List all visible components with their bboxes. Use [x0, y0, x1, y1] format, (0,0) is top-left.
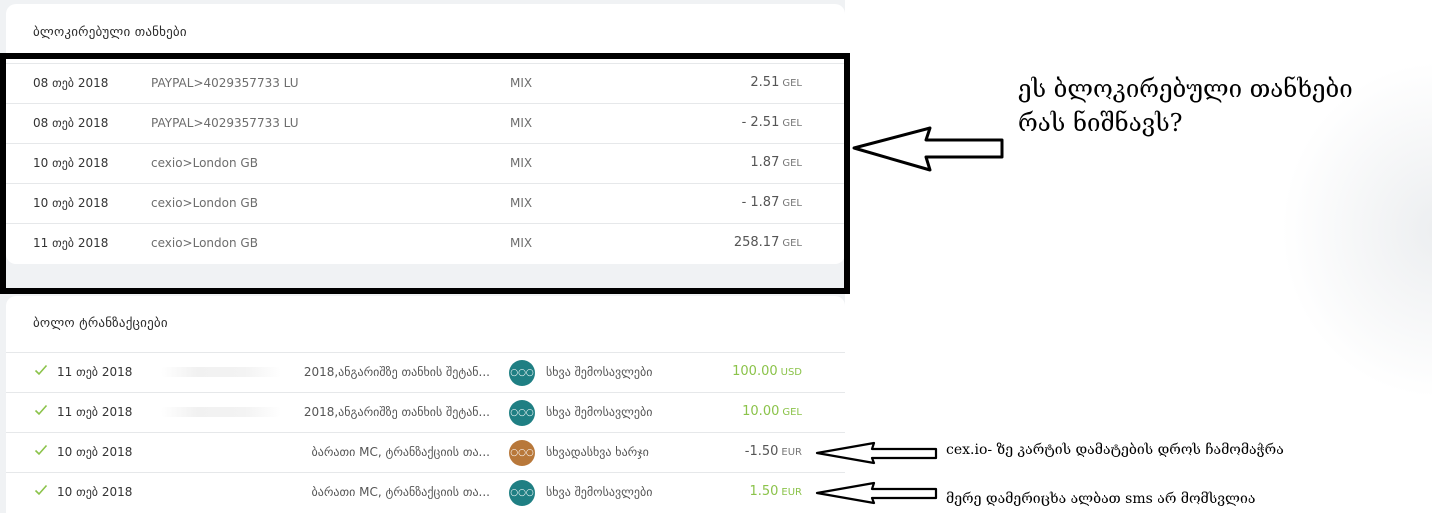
annotation-highlight-box [0, 53, 850, 294]
transaction-row[interactable]: 11 თებ 2018 2018,ანგარიშზე თანხის შეტან.… [6, 352, 845, 392]
more-dots-icon: ○○○ [509, 440, 535, 466]
blocked-amounts-title: ბლოკირებული თანხები [33, 25, 187, 40]
transaction-description: ბარათი MC, ტრანზაქციის თა... [311, 445, 490, 459]
transaction-category: სხვა შემოსავლები [546, 405, 653, 419]
annotation-arrow-small [815, 441, 938, 465]
transaction-row[interactable]: 10 თებ 2018 ბარათი MC, ტრანზაქციის თა...… [6, 432, 845, 472]
transaction-row[interactable]: 11 თებ 2018 2018,ანგარიშზე თანხის შეტან.… [6, 392, 845, 432]
currency-label: EUR [781, 487, 802, 498]
transaction-description: 2018,ანგარიშზე თანხის შეტან... [303, 405, 490, 419]
annotation-question: ეს ბლოკირებული თანხები რას ნიშნავს? [1018, 72, 1428, 140]
transaction-amount: 1.50 EUR [749, 484, 802, 499]
annotation-note: მერე დამერიცხა ალბათ sms არ მომსვლია [946, 491, 1256, 507]
annotation-line: რას ნიშნავს? [1018, 109, 1183, 137]
annotation-arrow-small [815, 481, 938, 505]
annotation-arrow-large [852, 126, 1004, 172]
transaction-category: სხვადასხვა ხარჯი [546, 445, 649, 459]
transaction-amount: -1.50 EUR [744, 444, 802, 459]
recent-transactions-card: ბოლო ტრანზაქციები 11 თებ 2018 2018,ანგარ… [6, 296, 845, 513]
transaction-date: 11 თებ 2018 [57, 365, 133, 379]
check-icon [34, 484, 48, 496]
transaction-category: სხვა შემოსავლები [546, 365, 653, 379]
currency-label: EUR [781, 447, 802, 458]
check-icon [34, 364, 48, 376]
transaction-amount: 10.00 GEL [742, 404, 802, 419]
transaction-date: 10 თებ 2018 [57, 445, 133, 459]
transaction-row[interactable]: 10 თებ 2018 ბარათი MC, ტრანზაქციის თა...… [6, 472, 845, 512]
check-icon [34, 444, 48, 456]
recent-transactions-title: ბოლო ტრანზაქციები [33, 316, 168, 331]
transaction-category: სხვა შემოსავლები [546, 485, 653, 499]
transaction-amount: 100.00 USD [732, 364, 802, 379]
more-dots-icon: ○○○ [509, 480, 535, 506]
currency-label: GEL [782, 407, 802, 418]
more-dots-icon: ○○○ [509, 400, 535, 426]
more-dots-icon: ○○○ [509, 360, 535, 386]
annotation-line: ეს ბლოკირებული თანხები [1018, 75, 1353, 103]
transaction-description: 2018,ანგარიშზე თანხის შეტან... [303, 365, 490, 379]
currency-label: USD [780, 367, 802, 378]
blurred-detail [161, 407, 281, 417]
transaction-date: 11 თებ 2018 [57, 405, 133, 419]
transaction-description: ბარათი MC, ტრანზაქციის თა... [311, 485, 490, 499]
blurred-detail [161, 367, 281, 377]
check-icon [34, 404, 48, 416]
annotation-note: cex.io- ზე კარტის დამატების დროს ჩამომაჭ… [946, 442, 1284, 458]
transaction-date: 10 თებ 2018 [57, 485, 133, 499]
